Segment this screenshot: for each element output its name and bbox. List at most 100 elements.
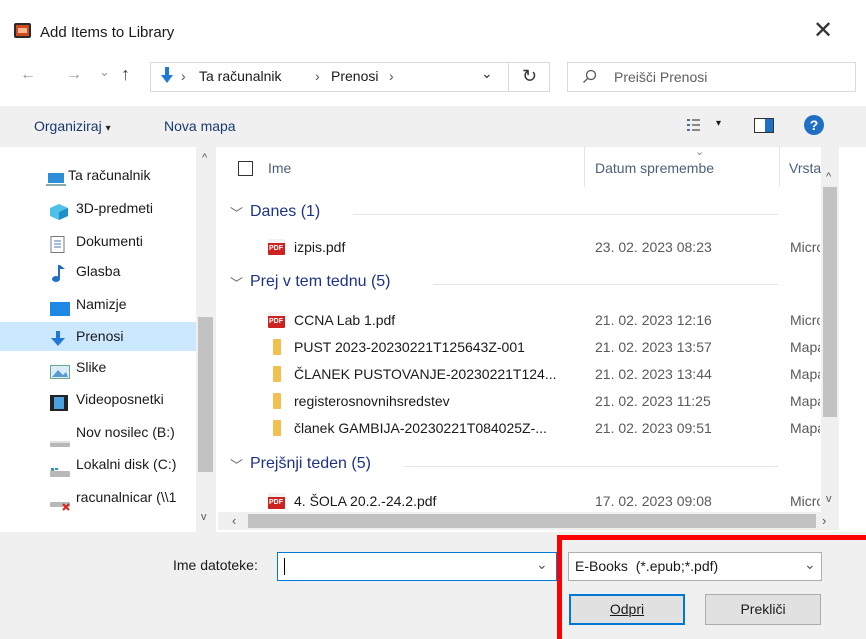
scrollbar-thumb[interactable] [198, 317, 213, 472]
file-date: 21. 02. 2023 11:25 [595, 393, 711, 409]
search-box[interactable]: Preišči Prenosi [567, 62, 856, 92]
filename-dropdown-icon[interactable]: ⌄ [536, 556, 548, 573]
scroll-down-icon[interactable]: v [826, 493, 832, 505]
file-date: 23. 02. 2023 08:23 [595, 239, 712, 255]
3d-objects-icon [50, 201, 68, 220]
breadcrumb-separator: › [389, 68, 394, 84]
group-header-earlier-this-week[interactable]: ﹀ Prej v tem tednu (5) [218, 271, 818, 299]
forward-button[interactable]: → [66, 66, 82, 84]
group-header-today[interactable]: ﹀ Danes (1) [218, 201, 818, 229]
column-divider[interactable] [779, 147, 780, 187]
file-row[interactable]: ČLANEK PUSTOVANJE-20230221T124... 21. 02… [218, 360, 848, 389]
collapse-chevron-icon[interactable]: ﹀ [230, 273, 243, 292]
scrollbar-thumb[interactable] [248, 514, 816, 528]
breadcrumb-separator: › [181, 68, 186, 84]
column-header-date[interactable]: Datum spremembe [595, 160, 714, 176]
collapse-chevron-icon[interactable]: ﹀ [230, 455, 243, 474]
up-button[interactable]: ↑ [121, 64, 130, 85]
music-icon [50, 264, 68, 282]
back-button[interactable]: ← [20, 66, 36, 84]
filter-dropdown-icon[interactable]: ⌄ [804, 556, 816, 573]
scroll-left-icon[interactable]: ‹ [232, 513, 236, 528]
help-icon[interactable]: ? [804, 115, 824, 135]
command-bar: Organiziraj ▾ Nova mapa ▾ ? [0, 106, 866, 147]
close-button[interactable]: ✕ [805, 14, 841, 48]
sort-indicator-icon: ⌄ [695, 147, 705, 158]
sidebar-item-local-disk[interactable]: Lokalni disk (C:) [0, 450, 196, 479]
sidebar-item-label: Lokalni disk (C:) [76, 456, 177, 472]
group-label: Prejšnji teden (5) [250, 455, 371, 472]
breadcrumb-this-pc[interactable]: Ta računalnik [199, 68, 282, 84]
file-row[interactable]: izpis.pdf 23. 02. 2023 08:23 Micro [218, 233, 848, 262]
navigation-pane: Ta računalnik 3D-predmeti Dokumenti Glas… [0, 147, 218, 532]
preview-pane-icon[interactable] [754, 118, 774, 133]
view-caret-icon[interactable]: ▾ [716, 118, 721, 129]
file-row[interactable]: PUST 2023-20230221T125643Z-001 21. 02. 2… [218, 333, 848, 362]
sidebar-item-label: Namizje [76, 296, 127, 312]
sidebar-item-label: racunalnicar (\\1 [76, 489, 177, 505]
network-drive-icon [50, 492, 70, 511]
group-label: Danes (1) [250, 203, 321, 220]
pdf-file-icon [268, 493, 285, 509]
file-row[interactable]: CCNA Lab 1.pdf 21. 02. 2023 12:16 Micro [218, 306, 848, 335]
sidebar-item-music[interactable]: Glasba [0, 257, 196, 286]
sidebar-item-network-drive[interactable]: racunalnicar (\\1 [0, 483, 196, 512]
sidebar-item-this-pc[interactable]: Ta računalnik [0, 161, 196, 190]
file-name: izpis.pdf [294, 239, 346, 255]
group-divider [404, 466, 778, 467]
scroll-up-icon[interactable]: ^ [826, 171, 831, 183]
file-type-filter[interactable]: E-Books (*.epub;*.pdf) ⌄ [568, 552, 822, 581]
sidebar-scrollbar[interactable]: ^ v [196, 147, 216, 532]
organize-menu[interactable]: Organiziraj ▾ [34, 118, 111, 134]
sidebar-item-desktop[interactable]: Namizje [0, 290, 196, 319]
file-date: 21. 02. 2023 13:57 [595, 339, 712, 355]
sidebar-item-3d-objects[interactable]: 3D-predmeti [0, 194, 196, 223]
folder-icon [273, 420, 281, 436]
breadcrumb-downloads[interactable]: Prenosi [331, 68, 378, 84]
file-row[interactable]: registerosnovnihsredstev 21. 02. 2023 11… [218, 387, 848, 416]
column-header-row: Ime ⌄ Datum spremembe Vrsta [218, 147, 848, 187]
sidebar-item-downloads[interactable]: Prenosi [0, 322, 196, 351]
cancel-button[interactable]: Prekliči [705, 594, 821, 625]
view-options-icon[interactable] [686, 117, 702, 133]
sidebar-item-pictures[interactable]: Slike [0, 353, 196, 382]
sidebar-item-label: Ta računalnik [68, 167, 151, 183]
select-all-checkbox[interactable] [238, 161, 253, 176]
scroll-down-icon[interactable]: v [201, 511, 207, 523]
column-divider[interactable] [584, 147, 585, 187]
file-list-vscrollbar[interactable]: ^ v [821, 147, 839, 512]
sidebar-item-label: Nov nosilec (B:) [76, 424, 175, 440]
recent-locations-button[interactable]: ⌄ [99, 64, 110, 80]
scroll-up-icon[interactable]: ^ [202, 152, 207, 164]
scroll-right-icon[interactable]: › [822, 513, 826, 528]
scrollbar-thumb[interactable] [823, 187, 837, 417]
filename-combobox[interactable]: ⌄ [277, 552, 557, 581]
search-input[interactable]: Preišči Prenosi [614, 69, 707, 85]
app-icon [14, 23, 31, 38]
downloads-icon [50, 329, 68, 346]
file-row[interactable]: članek GAMBIJA-20230221T084025Z-... 21. … [218, 414, 848, 443]
address-dropdown-icon[interactable]: ⌄ [481, 65, 493, 82]
group-header-last-week[interactable]: ﹀ Prejšnji teden (5) [218, 453, 818, 481]
window-title: Add Items to Library [40, 24, 175, 41]
file-type: Mapa [790, 420, 820, 436]
file-type: Micro [790, 312, 820, 328]
file-list-hscrollbar[interactable]: ‹ › [218, 512, 839, 530]
column-header-name[interactable]: Ime [268, 160, 291, 176]
open-button[interactable]: Odpri [569, 594, 685, 625]
title-bar: Add Items to Library ✕ [0, 0, 866, 58]
computer-icon [46, 168, 66, 186]
local-disk-icon [50, 459, 70, 477]
file-type: Micro [790, 239, 820, 255]
sidebar-item-new-volume[interactable]: Nov nosilec (B:) [0, 418, 196, 447]
refresh-button[interactable]: ↻ [508, 62, 550, 92]
folder-icon [273, 393, 281, 409]
sidebar-item-label: Slike [76, 359, 107, 375]
collapse-chevron-icon[interactable]: ﹀ [230, 203, 243, 222]
sidebar-item-videos[interactable]: Videoposnetki [0, 385, 196, 414]
sidebar-item-documents[interactable]: Dokumenti [0, 227, 196, 256]
column-header-type[interactable]: Vrsta [789, 160, 821, 176]
documents-icon [50, 234, 68, 253]
address-bar[interactable]: › Ta računalnik › Prenosi › ⌄ [150, 62, 550, 92]
new-folder-button[interactable]: Nova mapa [164, 118, 236, 134]
